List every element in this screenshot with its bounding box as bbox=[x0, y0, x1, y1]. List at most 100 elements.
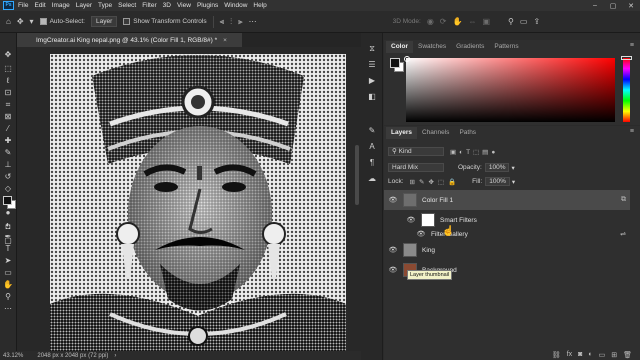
layer-thumbnail[interactable] bbox=[403, 243, 417, 257]
tab-swatches[interactable]: Swatches bbox=[413, 41, 451, 53]
maximize-button[interactable]: ▢ bbox=[604, 0, 622, 11]
workspace-icon[interactable]: ▭ bbox=[520, 17, 528, 26]
move-tool-icon[interactable]: ✥ bbox=[17, 17, 24, 26]
artwork-image[interactable] bbox=[50, 54, 346, 351]
chevron-down-icon[interactable]: ▾ bbox=[30, 17, 34, 26]
menu-edit[interactable]: Edit bbox=[34, 2, 45, 9]
3d-pan-icon[interactable]: ✋ bbox=[453, 17, 463, 26]
properties-panel-icon[interactable]: ☰ bbox=[366, 59, 378, 70]
play-action-icon[interactable]: ▶ bbox=[366, 75, 378, 86]
show-transform-checkbox[interactable] bbox=[123, 18, 131, 25]
quick-mask-icon[interactable]: ◘ bbox=[2, 221, 14, 232]
3d-scale-icon[interactable]: ▣ bbox=[482, 17, 490, 26]
new-group-icon[interactable]: ▭ bbox=[599, 351, 606, 359]
libraries-panel-icon[interactable]: ☁ bbox=[366, 173, 378, 184]
visibility-eye-icon[interactable]: 👁 bbox=[416, 230, 426, 238]
auto-select-option[interactable]: Auto-Select: bbox=[39, 18, 85, 25]
foreground-color-swatch[interactable] bbox=[3, 196, 12, 205]
delete-layer-icon[interactable]: 🗑 bbox=[623, 351, 632, 359]
menu-image[interactable]: Image bbox=[52, 2, 70, 9]
healing-brush-icon[interactable]: ✚ bbox=[2, 135, 14, 146]
opacity-chevron-icon[interactable]: ▾ bbox=[511, 164, 514, 172]
close-window-button[interactable]: ✕ bbox=[622, 0, 640, 11]
fill-chevron-icon[interactable]: ▾ bbox=[512, 178, 515, 186]
canvas-vertical-scrollbar[interactable] bbox=[355, 145, 359, 205]
show-transform-option[interactable]: Show Transform Controls bbox=[123, 18, 207, 25]
brush-tool-icon[interactable]: ✎ bbox=[2, 147, 14, 158]
fill-input[interactable]: 100% bbox=[485, 177, 510, 186]
layer-thumbnail[interactable] bbox=[403, 193, 417, 207]
auto-select-checkbox[interactable] bbox=[39, 18, 47, 25]
hue-slider[interactable] bbox=[623, 58, 630, 122]
hue-slider-handle[interactable] bbox=[621, 56, 632, 60]
character-panel-icon[interactable]: A bbox=[366, 141, 378, 152]
clone-stamp-icon[interactable]: ⊥ bbox=[2, 159, 14, 170]
3d-roll-icon[interactable]: ⟳ bbox=[440, 17, 447, 26]
opacity-input[interactable]: 100% bbox=[484, 163, 510, 172]
3d-slide-icon[interactable]: ⇔ bbox=[468, 17, 476, 26]
align-right-icon[interactable]: ⫸ bbox=[238, 17, 243, 26]
menu-view[interactable]: View bbox=[177, 2, 191, 9]
document-tab[interactable]: ImgCreator.ai King nepal.png @ 43.1% (Co… bbox=[17, 33, 242, 47]
zoom-tool-icon[interactable]: ⚲ bbox=[2, 291, 14, 302]
photoshop-logo[interactable]: Ps bbox=[3, 1, 14, 10]
move-tool-icon[interactable]: ✥ bbox=[2, 49, 14, 60]
marquee-tool-icon[interactable]: ⬚ bbox=[2, 63, 14, 74]
visibility-eye-icon[interactable]: 👁 bbox=[388, 246, 398, 254]
frame-tool-icon[interactable]: ⊠ bbox=[2, 111, 14, 122]
new-adjustment-icon[interactable]: ◐ bbox=[588, 351, 592, 358]
search-icon[interactable]: ⚲ bbox=[508, 17, 514, 26]
menu-3d[interactable]: 3D bbox=[163, 2, 171, 9]
chevron-right-icon[interactable]: › bbox=[114, 353, 116, 359]
menu-plugins[interactable]: Plugins bbox=[197, 2, 218, 9]
rectangle-tool-icon[interactable]: ▭ bbox=[2, 267, 14, 278]
visibility-eye-icon[interactable]: 👁 bbox=[388, 196, 398, 204]
blend-mode-dropdown[interactable]: Hard Mix bbox=[388, 163, 444, 172]
lock-options-icons[interactable]: ⊞✎✥⬚🔒 bbox=[410, 178, 461, 186]
new-layer-icon[interactable]: ⊞ bbox=[611, 351, 617, 359]
link-layers-icon[interactable]: ⛓ bbox=[552, 351, 561, 359]
canvas-area[interactable] bbox=[17, 47, 361, 351]
minimize-button[interactable]: – bbox=[586, 0, 604, 11]
menu-filter[interactable]: Filter bbox=[142, 2, 156, 9]
object-select-tool-icon[interactable]: ⊡ bbox=[2, 87, 14, 98]
history-brush-icon[interactable]: ↺ bbox=[2, 171, 14, 182]
panel-menu-icon[interactable]: ≡ bbox=[630, 42, 634, 49]
zoom-level[interactable]: 43.12% bbox=[3, 353, 23, 359]
layer-row-king[interactable]: 👁 King bbox=[384, 240, 630, 260]
align-center-icon[interactable]: ⫶ bbox=[230, 17, 232, 26]
color-picker-marker[interactable] bbox=[404, 56, 410, 62]
tab-gradients[interactable]: Gradients bbox=[451, 41, 489, 53]
close-document-icon[interactable]: × bbox=[223, 37, 227, 44]
layer-filter-icons[interactable]: ▣◐T⬚▤● bbox=[450, 148, 498, 156]
lasso-tool-icon[interactable]: ℓ bbox=[2, 75, 14, 86]
history-panel-icon[interactable]: ⧖ bbox=[366, 43, 378, 54]
path-select-tool-icon[interactable]: ➤ bbox=[2, 255, 14, 266]
menu-file[interactable]: File bbox=[18, 2, 28, 9]
eyedropper-tool-icon[interactable]: ⁄ bbox=[2, 123, 14, 134]
visibility-eye-icon[interactable]: 👁 bbox=[406, 216, 416, 224]
visibility-eye-icon[interactable]: 👁 bbox=[388, 266, 398, 274]
eraser-tool-icon[interactable]: ◇ bbox=[2, 183, 14, 194]
tab-channels[interactable]: Channels bbox=[417, 127, 454, 139]
hand-tool-icon[interactable]: ✋ bbox=[2, 279, 14, 290]
tab-paths[interactable]: Paths bbox=[454, 127, 481, 139]
panel-foreground-swatch[interactable] bbox=[390, 58, 400, 68]
adjustments-panel-icon[interactable]: ◧ bbox=[366, 91, 378, 102]
menu-help[interactable]: Help bbox=[253, 2, 266, 9]
color-picker-field[interactable] bbox=[406, 58, 615, 122]
filter-options-icon[interactable]: ⇌ bbox=[620, 230, 626, 238]
share-icon[interactable]: ⇪ bbox=[533, 17, 540, 26]
screen-mode-icon[interactable]: ▢ bbox=[2, 235, 14, 246]
auto-select-target-dropdown[interactable]: Layer bbox=[90, 16, 118, 27]
more-options-icon[interactable]: ⋯ bbox=[249, 17, 257, 26]
crop-tool-icon[interactable]: ⌗ bbox=[2, 99, 14, 110]
tab-color[interactable]: Color bbox=[386, 41, 413, 53]
layer-row-color-fill[interactable]: 👁 Color Fill 1 ⧉ bbox=[384, 190, 630, 210]
more-tools-icon[interactable]: ⋯ bbox=[2, 303, 14, 314]
tab-patterns[interactable]: Patterns bbox=[489, 41, 523, 53]
menu-type[interactable]: Type bbox=[98, 2, 112, 9]
brush-panel-icon[interactable]: ✎ bbox=[366, 125, 378, 136]
menu-layer[interactable]: Layer bbox=[76, 2, 92, 9]
layer-style-icon[interactable]: fx bbox=[567, 351, 572, 358]
